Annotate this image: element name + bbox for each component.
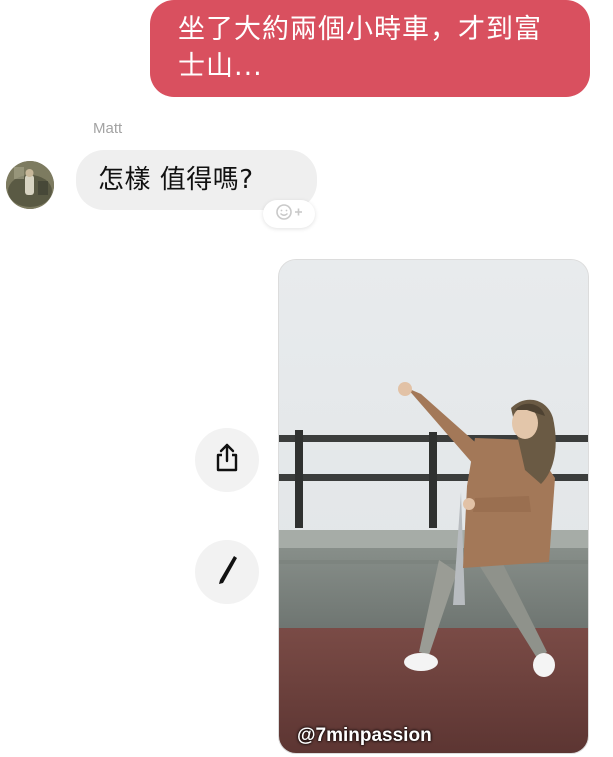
outgoing-message-text: 坐了大約兩個小時車，才到富士山... — [178, 14, 542, 82]
add-reaction-button[interactable] — [263, 200, 315, 228]
share-icon — [213, 443, 241, 477]
shared-photo[interactable] — [278, 259, 589, 754]
share-button[interactable] — [195, 428, 259, 492]
add-reaction-icon — [272, 203, 306, 225]
avatar[interactable] — [6, 161, 54, 209]
incoming-message-text: 怎樣 值得嗎? — [98, 165, 254, 195]
watermark: @7minpassion — [297, 725, 432, 746]
pencil-icon — [214, 553, 240, 591]
photo-image — [279, 260, 588, 753]
sender-name: Matt — [93, 120, 123, 137]
outgoing-message-bubble[interactable]: 坐了大約兩個小時車，才到富士山... — [150, 0, 590, 97]
chat-screen: 坐了大約兩個小時車，才到富士山... Matt 怎樣 值得嗎? @7minpas… — [0, 0, 613, 757]
edit-button[interactable] — [195, 540, 259, 604]
